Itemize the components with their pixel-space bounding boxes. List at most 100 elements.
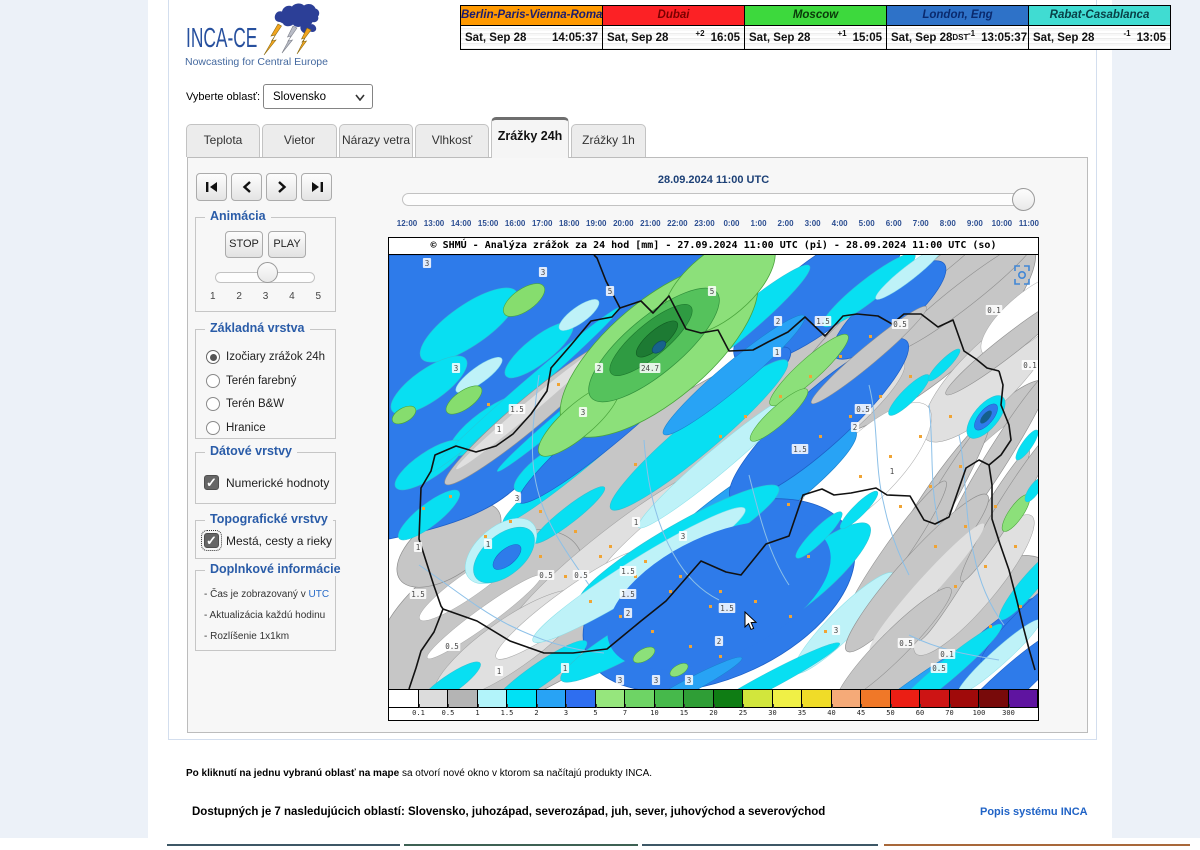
animation-legend: Animácia <box>205 209 271 223</box>
previous-frame-button[interactable] <box>231 173 262 201</box>
svg-text:1: 1 <box>775 348 780 357</box>
clock-time: Sat, Sep 28-113:05 <box>1029 26 1170 49</box>
radio-row-Hranice[interactable]: Hranice <box>206 421 266 435</box>
svg-text:2: 2 <box>776 317 781 326</box>
svg-text:1.5: 1.5 <box>793 445 807 454</box>
stop-button[interactable]: STOP <box>225 231 263 258</box>
svg-text:1.5: 1.5 <box>720 604 734 613</box>
precipitation-map-graphic: 335521.53224.731.510.10.510.51.5110.50.5… <box>389 255 1038 689</box>
svg-text:3: 3 <box>425 259 430 268</box>
chevron-left-icon <box>242 181 252 193</box>
svg-text:0.5: 0.5 <box>893 320 907 329</box>
map-title: © SHMÚ - Analýza zrážok za 24 hod [mm] -… <box>389 238 1038 255</box>
clock-city: Rabat-Casablanca <box>1029 6 1170 26</box>
svg-text:3: 3 <box>654 676 659 685</box>
svg-text:3: 3 <box>581 408 586 417</box>
tab-Teplota[interactable]: Teplota <box>186 124 260 157</box>
current-frame-title: 28.09.2024 11:00 UTC <box>388 174 1039 186</box>
scale-cell <box>772 689 803 708</box>
play-button[interactable]: PLAY <box>268 231 306 258</box>
time-ticks: 12:0013:0014:0015:0016:0017:0018:0019:00… <box>388 219 1039 229</box>
precipitation-map[interactable]: © SHMÚ - Analýza zrážok za 24 hod [mm] -… <box>388 237 1039 721</box>
clock-time: Sat, Sep 28+115:05 <box>745 26 886 49</box>
time-tick-9:00: 9:00 <box>967 219 983 228</box>
svg-text:0.5: 0.5 <box>539 571 553 580</box>
svg-text:1.5: 1.5 <box>621 590 635 599</box>
animation-fieldset: Animácia STOP PLAY 12345 <box>195 217 336 312</box>
time-tick-15:00: 15:00 <box>478 219 498 228</box>
svg-text:0.1: 0.1 <box>940 650 954 659</box>
time-tick-3:00: 3:00 <box>805 219 821 228</box>
map-note: Po kliknutí na jednu vybranú oblasť na m… <box>186 768 652 779</box>
radio-label: Terén farebný <box>226 375 296 387</box>
tab-Zrážky 24h[interactable]: Zrážky 24h <box>491 117 569 158</box>
radio-Izočiary zrážok 24h[interactable] <box>206 350 220 364</box>
time-tick-0:00: 0:00 <box>723 219 739 228</box>
radio-Hranice[interactable] <box>206 421 220 435</box>
tab-Zrážky 1h[interactable]: Zrážky 1h <box>571 124 646 157</box>
time-slider-track[interactable] <box>402 193 1032 206</box>
cities-roads-rivers-checkbox[interactable]: ✓ <box>204 533 219 548</box>
time-slider-handle[interactable] <box>1012 188 1035 211</box>
tab-Nárazy vetra[interactable]: Nárazy vetra <box>339 124 413 157</box>
svg-text:0.1: 0.1 <box>1023 361 1037 370</box>
clock-London, Eng: London, EngSat, Sep 28DST-113:05:37 <box>886 5 1029 50</box>
time-tick-12:00: 12:00 <box>397 219 417 228</box>
clock-city: Dubai <box>603 6 744 26</box>
svg-text:2: 2 <box>597 364 602 373</box>
clock-Rabat-Casablanca: Rabat-CasablancaSat, Sep 28-113:05 <box>1028 5 1171 50</box>
time-tick-19:00: 19:00 <box>586 219 606 228</box>
scale-cell <box>1008 689 1039 708</box>
radio-label: Izočiary zrážok 24h <box>226 351 325 363</box>
time-tick-22:00: 22:00 <box>667 219 687 228</box>
skip-first-icon <box>205 181 219 193</box>
cities-roads-rivers-row[interactable]: ✓ Mestá, cesty a rieky <box>204 533 332 548</box>
time-tick-6:00: 6:00 <box>886 219 902 228</box>
animation-speed-ticks: 12345 <box>210 291 321 302</box>
svg-text:0.5: 0.5 <box>445 642 459 651</box>
storm-cloud-logo-icon <box>252 2 324 60</box>
mouse-cursor <box>744 611 758 631</box>
svg-text:2: 2 <box>717 637 722 646</box>
svg-text:1: 1 <box>890 467 895 476</box>
last-frame-button[interactable] <box>301 173 332 201</box>
region-select[interactable]: Slovensko <box>263 84 373 109</box>
popis-systemu-inca-link[interactable]: Popis systému INCA <box>980 806 1088 818</box>
svg-text:1: 1 <box>563 664 568 673</box>
topo-layers-fieldset: Topografické vrstvy ✓ Mestá, cesty a rie… <box>195 520 336 559</box>
svg-text:3: 3 <box>618 676 623 685</box>
scale-cell <box>477 689 508 708</box>
world-clocks: Berlin-Paris-Vienna-RomaSat, Sep 2814:05… <box>461 5 1171 50</box>
select-caret-icon <box>355 93 365 101</box>
svg-text:0.5: 0.5 <box>856 405 870 414</box>
scale-cell <box>418 689 449 708</box>
next-frame-button[interactable] <box>266 173 297 201</box>
radio-Terén B&W[interactable] <box>206 397 220 411</box>
radio-row-Terén B&W[interactable]: Terén B&W <box>206 397 284 411</box>
time-tick-14:00: 14:00 <box>451 219 471 228</box>
svg-text:3: 3 <box>681 532 686 541</box>
tab-Vietor[interactable]: Vietor <box>262 124 337 157</box>
clock-time: Sat, Sep 2814:05:37 <box>461 26 602 49</box>
svg-text:1.5: 1.5 <box>411 590 425 599</box>
region-select-value: Slovensko <box>273 91 326 103</box>
radio-row-Terén farebný[interactable]: Terén farebný <box>206 374 296 388</box>
utc-link[interactable]: UTC <box>309 589 330 600</box>
first-frame-button[interactable] <box>196 173 227 201</box>
radio-row-Izočiary zrážok 24h[interactable]: Izočiary zrážok 24h <box>206 350 325 364</box>
numeric-values-row[interactable]: ✓ Numerické hodnoty <box>204 475 329 490</box>
clock-city: Berlin-Paris-Vienna-Roma <box>461 6 602 26</box>
svg-text:0.5: 0.5 <box>899 639 913 648</box>
svg-text:1: 1 <box>497 425 502 434</box>
footer-box-top <box>642 844 878 846</box>
color-scale-labels: 0.10.511.5235710152025303540455060701003… <box>389 708 1038 720</box>
footer-box-top <box>884 844 1190 846</box>
svg-text:0.5: 0.5 <box>932 664 946 673</box>
numeric-values-checkbox[interactable]: ✓ <box>204 475 219 490</box>
tab-Vlhkosť[interactable]: Vlhkosť <box>415 124 489 157</box>
scale-cell <box>831 689 862 708</box>
animation-speed-handle[interactable] <box>257 262 278 283</box>
scale-cell <box>949 689 980 708</box>
radio-Terén farebný[interactable] <box>206 374 220 388</box>
radio-label: Hranice <box>226 422 266 434</box>
